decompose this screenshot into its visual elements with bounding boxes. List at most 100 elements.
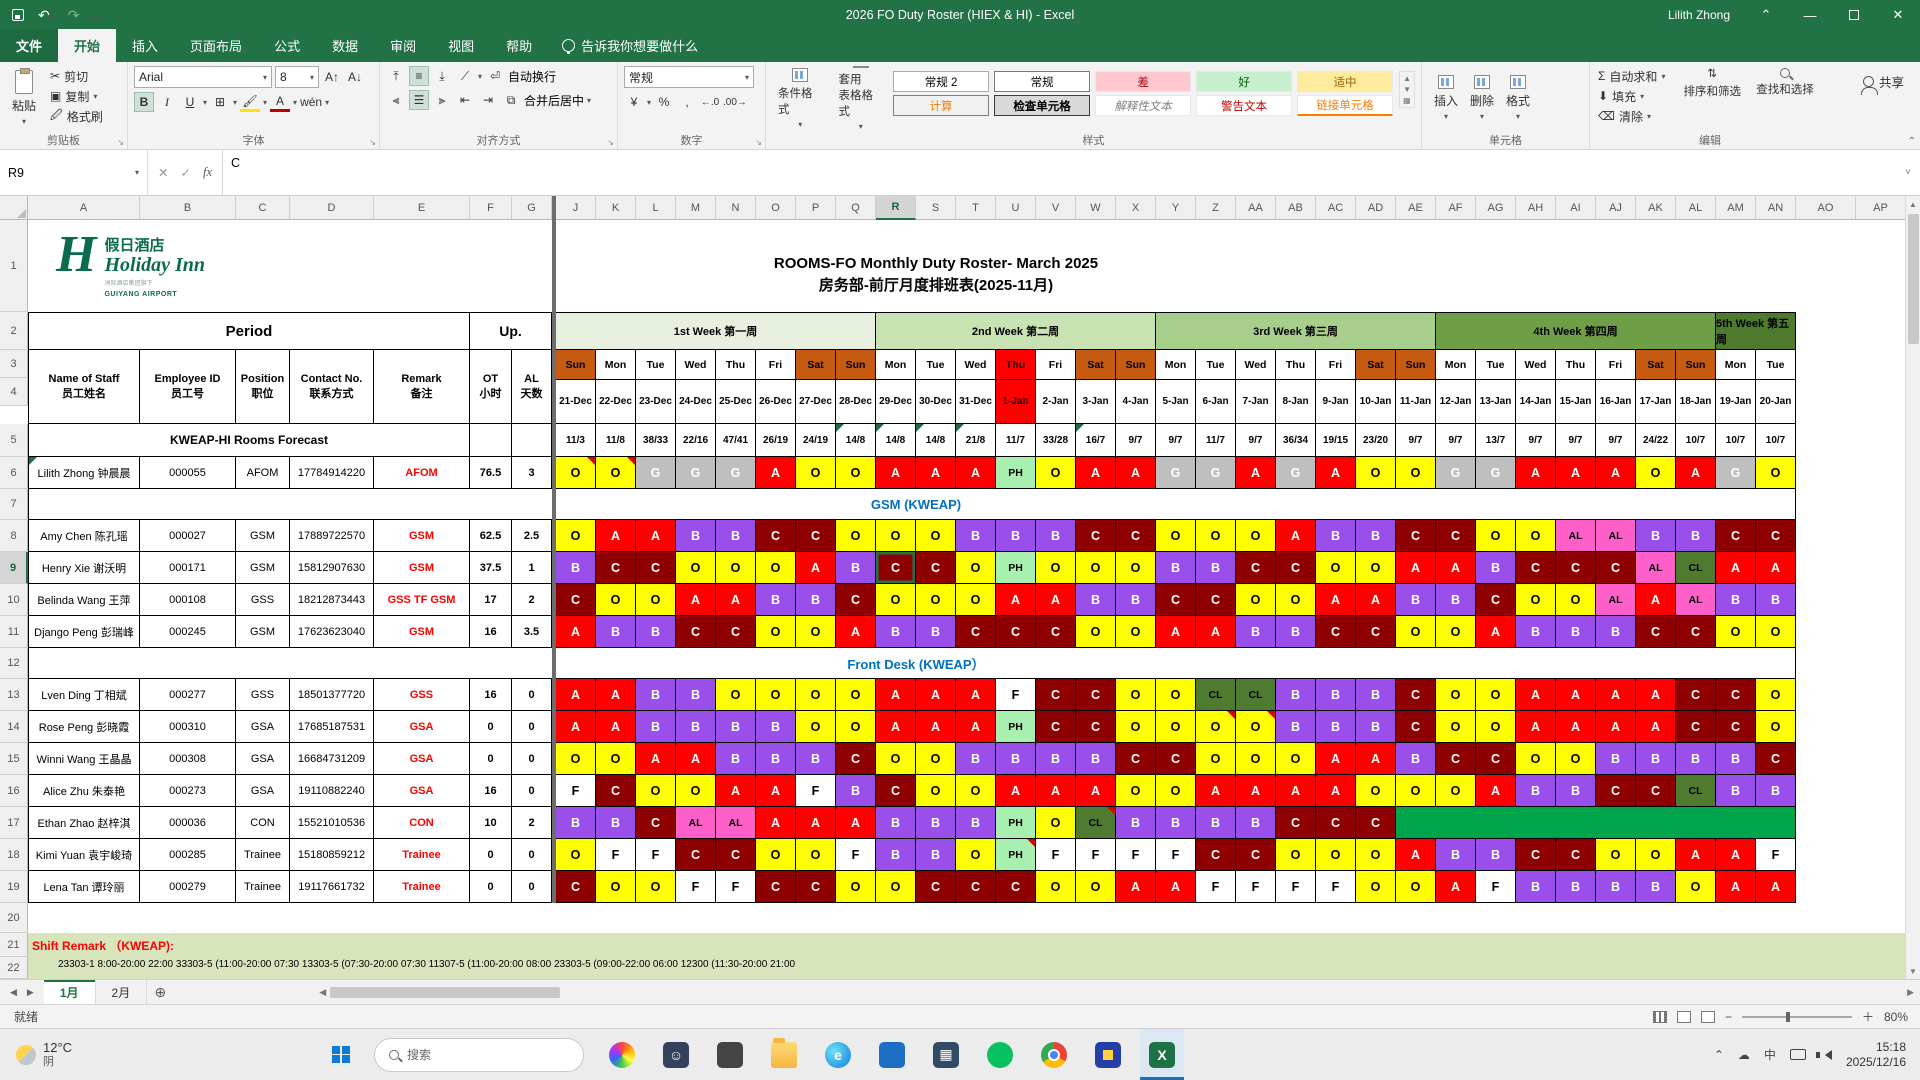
shift-cell-C[interactable]: C (796, 520, 836, 552)
shift-cell-B[interactable]: B (1516, 775, 1556, 807)
shift-cell-O[interactable]: O (1396, 457, 1436, 489)
week-header-4[interactable]: 4th Week 第四周 (1436, 312, 1716, 350)
horizontal-scroll-thumb[interactable] (330, 986, 561, 998)
shift-cell-B[interactable]: B (596, 807, 636, 839)
shift-cell-A[interactable]: A (1356, 743, 1396, 775)
sheet-tab-2月[interactable]: 2月 (96, 980, 148, 1004)
calculator-icon[interactable]: ▦ (924, 1029, 968, 1080)
forecast-cell[interactable]: 9/7 (1236, 424, 1276, 457)
al-days-cell[interactable]: 0 (512, 743, 552, 775)
shift-cell-C[interactable]: C (636, 807, 676, 839)
forecast-cell[interactable]: 26/19 (756, 424, 796, 457)
forecast-cell[interactable]: 14/8 (836, 424, 876, 457)
day-name-cell[interactable]: Thu (1276, 350, 1316, 380)
staff-name-cell[interactable]: Lena Tan 谭玲丽 (28, 871, 140, 903)
cell-style-4[interactable]: 好 (1196, 71, 1293, 92)
shift-cell-O[interactable]: O (1156, 679, 1196, 711)
decrease-font-icon[interactable]: A↓ (345, 67, 365, 87)
shift-cell-B[interactable]: B (1476, 839, 1516, 871)
increase-decimal-icon[interactable]: ←.0 (700, 92, 720, 112)
shift-cell-C[interactable]: C (916, 871, 956, 903)
up-header-cell[interactable]: Up. (470, 312, 552, 350)
row-header-18[interactable]: 18 (0, 839, 28, 871)
shift-cell-G[interactable]: G (676, 457, 716, 489)
ot-hours-cell[interactable]: 0 (470, 711, 512, 743)
position-cell[interactable]: GSM (236, 520, 290, 552)
week-header-5[interactable]: 5th Week 第五周 (1716, 312, 1796, 350)
shift-cell-O[interactable]: O (1436, 775, 1476, 807)
insert-cells-button[interactable]: 插入 ▾ (1428, 66, 1464, 130)
column-header-J[interactable]: J (556, 196, 596, 220)
column-header-AO[interactable]: AO (1796, 196, 1856, 220)
shift-cell-C[interactable]: C (1116, 743, 1156, 775)
staff-name-cell[interactable]: Winni Wang 王晶晶 (28, 743, 140, 775)
tray-expand-icon[interactable]: ⌃ (1714, 1048, 1724, 1062)
shift-cell-C[interactable]: C (1356, 807, 1396, 839)
remark-cell[interactable]: GSA (374, 743, 470, 775)
column-header-AA[interactable]: AA (1236, 196, 1276, 220)
shift-cell-C[interactable]: C (796, 871, 836, 903)
chrome-icon[interactable] (1032, 1029, 1076, 1080)
share-button[interactable]: 共享 (1860, 72, 1904, 95)
shift-cell-O[interactable]: O (1636, 839, 1676, 871)
sheet-nav-right-icon[interactable]: ▶ (27, 987, 34, 998)
shift-cell-F[interactable]: F (1076, 839, 1116, 871)
page-break-view-icon[interactable] (1700, 1010, 1715, 1023)
shift-cell-CL[interactable]: CL (1196, 679, 1236, 711)
shift-cell-O[interactable]: O (836, 457, 876, 489)
shift-cell-C[interactable]: C (676, 839, 716, 871)
shift-cell-B[interactable]: B (1476, 552, 1516, 584)
position-cell[interactable]: Trainee (236, 871, 290, 903)
day-name-cell[interactable]: Fri (756, 350, 796, 380)
start-button[interactable] (318, 1029, 364, 1080)
column-title-remark[interactable]: Remark 备注 (374, 350, 470, 424)
shift-cell-G[interactable]: G (1436, 457, 1476, 489)
day-name-cell[interactable]: Wed (1516, 350, 1556, 380)
shift-cell-O[interactable]: O (676, 552, 716, 584)
shift-cell-O[interactable]: O (556, 520, 596, 552)
format-cells-button[interactable]: 格式 ▾ (1500, 66, 1536, 130)
position-cell[interactable]: Trainee (236, 839, 290, 871)
date-cell[interactable]: 19-Jan (1716, 380, 1756, 424)
shift-cell-F[interactable]: F (636, 839, 676, 871)
date-cell[interactable]: 2-Jan (1036, 380, 1076, 424)
shift-cell-A[interactable]: A (1316, 457, 1356, 489)
employee-id-cell[interactable]: 000277 (140, 679, 236, 711)
shift-cell-O[interactable]: O (1396, 616, 1436, 648)
day-name-cell[interactable]: Fri (1316, 350, 1356, 380)
shift-cell-B[interactable]: B (1156, 807, 1196, 839)
horizontal-scrollbar[interactable] (328, 986, 1906, 998)
forecast-label-cell[interactable]: KWEAP-HI Rooms Forecast (28, 424, 470, 457)
conditional-formatting-button[interactable]: 条件格式 ▾ (772, 66, 829, 130)
shift-cell-O[interactable]: O (836, 679, 876, 711)
staff-name-cell[interactable]: Belinda Wang 王萍 (28, 584, 140, 616)
shift-cell-AL[interactable]: AL (1556, 520, 1596, 552)
shift-cell-B[interactable]: B (1076, 743, 1116, 775)
font-size-combo[interactable]: 8 ▾ (275, 66, 319, 88)
shift-cell-A[interactable]: A (1556, 679, 1596, 711)
shift-cell-AL[interactable]: AL (716, 807, 756, 839)
shift-cell-G[interactable]: G (636, 457, 676, 489)
column-header-AN[interactable]: AN (1756, 196, 1796, 220)
forecast-cell[interactable]: 9/7 (1116, 424, 1156, 457)
shift-cell-O[interactable]: O (1196, 743, 1236, 775)
employee-id-cell[interactable]: 000027 (140, 520, 236, 552)
column-header-P[interactable]: P (796, 196, 836, 220)
shift-cell-B[interactable]: B (1716, 775, 1756, 807)
column-header-C[interactable]: C (236, 196, 290, 220)
font-color-icon[interactable]: A (270, 92, 291, 112)
row-header-10[interactable]: 10 (0, 584, 28, 616)
shift-cell-F[interactable]: F (676, 871, 716, 903)
shift-cell-A[interactable]: A (1516, 457, 1556, 489)
increase-font-icon[interactable]: A↑ (322, 67, 342, 87)
contact-cell[interactable]: 17889722570 (290, 520, 374, 552)
column-header-Z[interactable]: Z (1196, 196, 1236, 220)
shift-cell-O[interactable]: O (556, 839, 596, 871)
shift-cell-A[interactable]: A (876, 679, 916, 711)
shift-cell-A[interactable]: A (1676, 839, 1716, 871)
shift-cell-O[interactable]: O (756, 552, 796, 584)
shift-cell-B[interactable]: B (556, 807, 596, 839)
shift-cell-A[interactable]: A (1716, 552, 1756, 584)
file-explorer-icon[interactable] (762, 1029, 806, 1080)
shift-cell-C[interactable]: C (1476, 584, 1516, 616)
